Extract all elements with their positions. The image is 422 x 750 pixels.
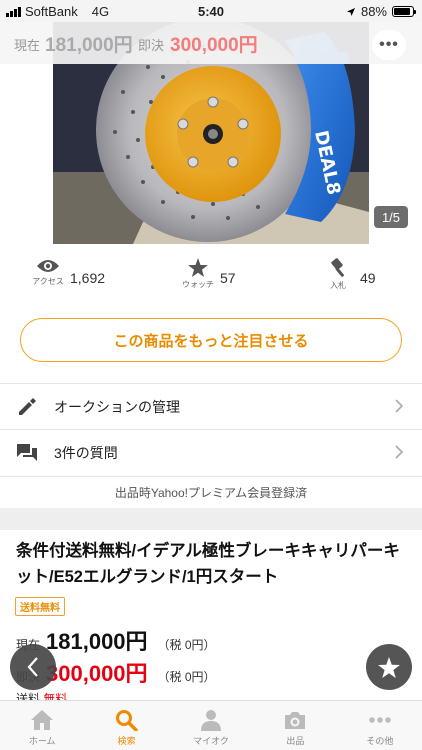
user-icon: [201, 710, 222, 731]
stat-watch-caption: ウォッチ: [182, 280, 214, 289]
promote-item-button[interactable]: この商品をもっと注目させる: [20, 318, 402, 362]
star-icon: [188, 258, 208, 277]
stat-watch: ウォッチ 57: [178, 258, 236, 290]
stat-access-caption: アクセス: [32, 277, 64, 286]
header-current-price: 181,000円: [45, 35, 133, 56]
tab-home-label: ホーム: [28, 736, 56, 746]
current-price-tax: （税 0円）: [157, 638, 216, 652]
pencil-icon: [19, 397, 36, 415]
stat-bids: 入札 49: [318, 258, 376, 291]
search-icon: [115, 710, 138, 731]
tab-home[interactable]: ホーム: [0, 701, 84, 750]
more-horizontal-icon: [369, 717, 391, 723]
price-header: 現在 181,000円 即決 300,000円 •••: [0, 22, 422, 64]
tab-sell[interactable]: 出品: [253, 701, 337, 750]
home-icon: [31, 710, 54, 730]
auction-management-label: オークションの管理: [54, 398, 180, 415]
tab-my-auction[interactable]: マイオク: [169, 701, 253, 750]
image-pager: 1/5: [374, 206, 408, 228]
questions-label: 3件の質問: [54, 444, 118, 461]
stat-watch-value: 57: [220, 270, 236, 286]
tab-my-auction-label: マイオク: [193, 736, 229, 746]
eye-icon: [37, 260, 59, 272]
gavel-icon: [331, 258, 344, 277]
chat-icon: [17, 443, 37, 461]
buyout-price-value: 300,000円: [46, 661, 148, 686]
questions-row[interactable]: 3件の質問: [0, 429, 422, 475]
more-button[interactable]: •••: [372, 30, 406, 60]
premium-member-note: 出品時Yahoo!プレミアム会員登録済: [0, 476, 422, 508]
auction-management-row[interactable]: オークションの管理: [0, 383, 422, 429]
item-title: 条件付送料無料/イデアル極性ブレーキキャリパーキット/E52エルグランド/1円ス…: [16, 542, 400, 586]
current-price-value: 181,000円: [46, 629, 148, 654]
stat-access-value: 1,692: [70, 270, 106, 286]
stat-bids-caption: 入札: [330, 281, 346, 290]
stat-bids-value: 49: [360, 270, 376, 286]
location-arrow-icon: [346, 7, 355, 16]
chevron-right-icon: [395, 445, 404, 459]
star-icon: [378, 656, 400, 678]
more-horizontal-icon: •••: [379, 36, 399, 53]
chevron-right-icon: [395, 399, 404, 413]
free-shipping-badge: 送料無料: [15, 597, 65, 616]
tab-other[interactable]: その他: [338, 701, 422, 750]
back-button[interactable]: [10, 644, 56, 690]
camera-icon: [285, 712, 306, 729]
tab-other-label: その他: [366, 736, 394, 746]
status-bar: SoftBank 4G 5:40 88%: [0, 0, 422, 22]
item-stats: アクセス 1,692 ウォッチ 57 入札 49: [0, 258, 422, 304]
header-buyout-label: 即決: [138, 38, 165, 53]
battery-percent: 88%: [360, 4, 387, 19]
header-buyout-price: 300,000円: [170, 35, 258, 56]
chevron-left-icon: [27, 657, 38, 677]
tab-search-label: 検索: [117, 736, 136, 746]
header-current-label: 現在: [14, 38, 41, 53]
stat-access: アクセス 1,692: [28, 258, 105, 287]
battery-icon: [392, 6, 416, 17]
tab-search[interactable]: 検索: [84, 701, 168, 750]
watch-button[interactable]: [366, 644, 412, 690]
buyout-price-tax: （税 0円）: [157, 670, 216, 684]
section-divider: [0, 508, 422, 530]
tab-bar: ホーム 検索 マイオク 出品 その他: [0, 700, 422, 750]
tab-sell-label: 出品: [286, 736, 305, 746]
